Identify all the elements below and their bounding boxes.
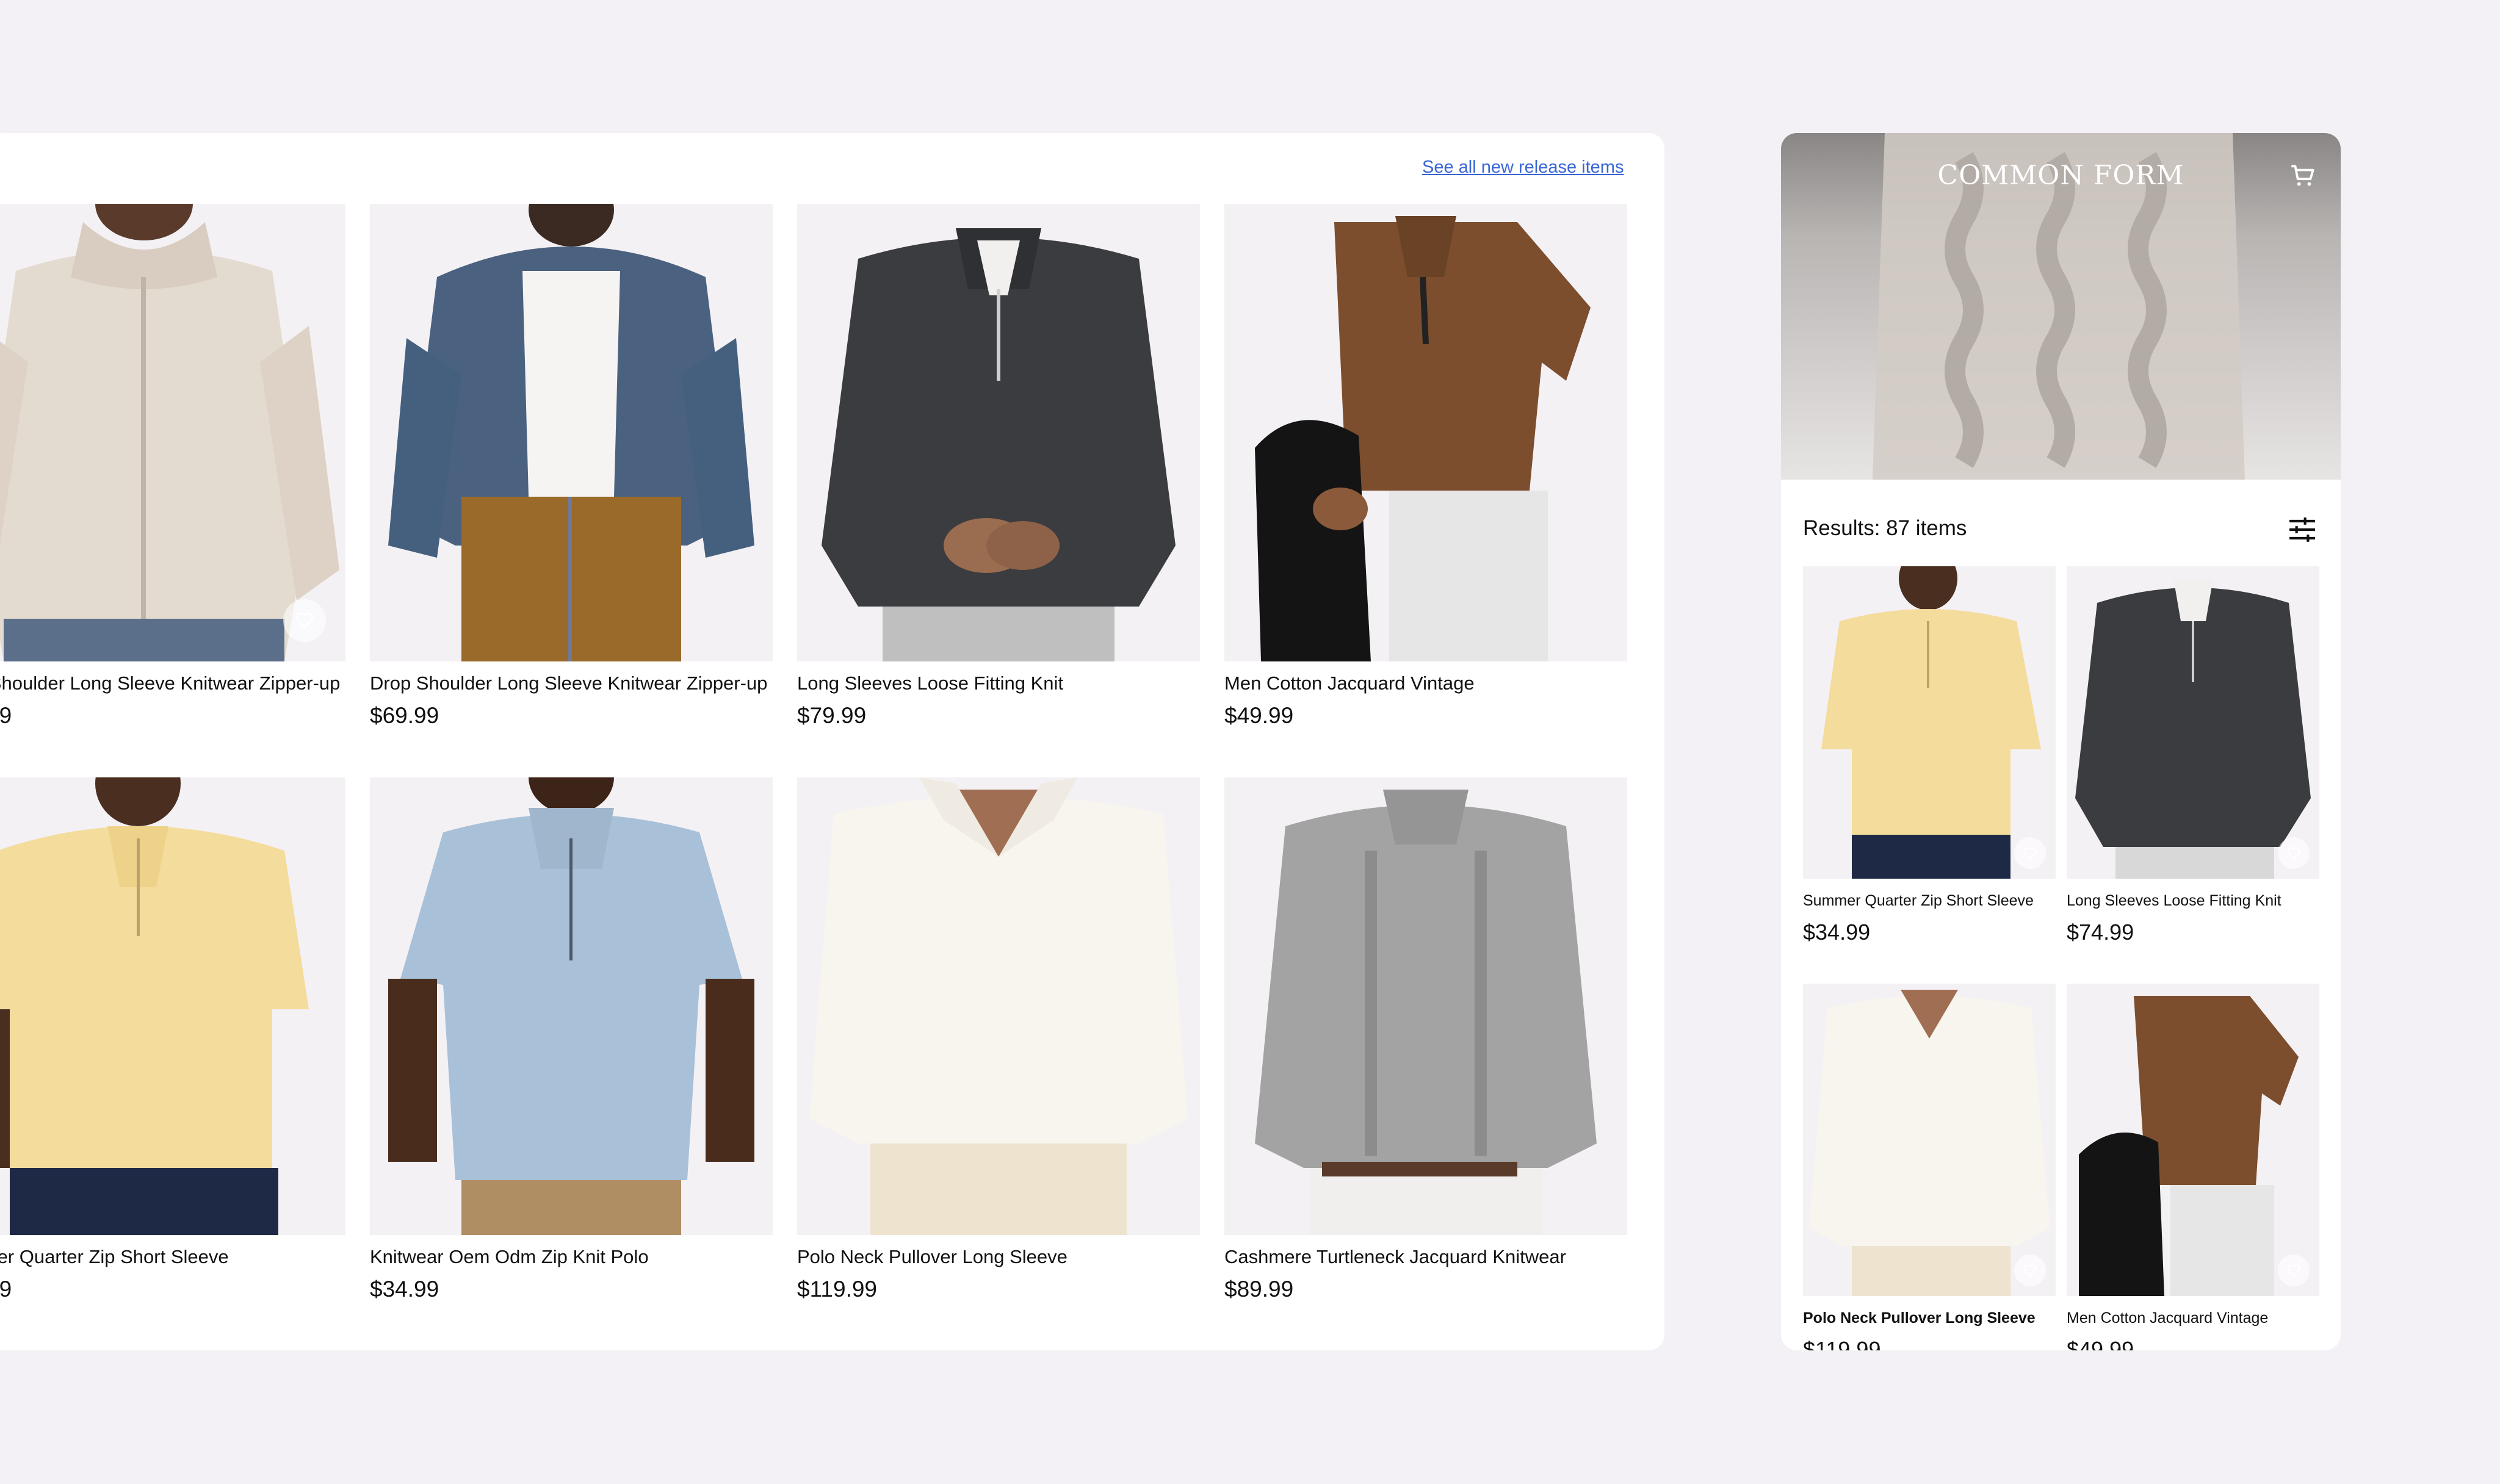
product-image[interactable] (1803, 566, 2056, 879)
product-image[interactable] (2067, 566, 2319, 879)
product-photo-dark-quarter-zip (2067, 566, 2319, 879)
mobile-product-card[interactable]: Polo Neck Pullover Long Sleeve $119.99 (1803, 984, 2056, 1350)
product-price: $79.99 (797, 703, 867, 728)
product-card[interactable]: Drop Shoulder Long Sleeve Knitwear Zippe… (370, 204, 773, 729)
mobile-shop-panel: COMMON FORM Results: 87 items Summer Qua… (1781, 133, 2341, 1350)
product-name[interactable]: Long Sleeves Loose Fitting Knit (797, 672, 1200, 694)
favorite-button[interactable] (2014, 1255, 2046, 1286)
product-card[interactable]: Cashmere Turtleneck Jacquard Knitwear $8… (1224, 777, 1627, 1302)
product-price: $49.99 (2067, 1337, 2134, 1350)
product-name[interactable]: Long Sleeves Loose Fitting Knit (2067, 892, 2319, 910)
product-price: $74.99 (2067, 920, 2134, 945)
heart-icon (2023, 847, 2037, 860)
favorite-button[interactable] (283, 599, 326, 642)
product-name[interactable]: Polo Neck Pullover Long Sleeve (797, 1246, 1200, 1268)
product-photo-zip-hoodie (0, 204, 345, 661)
product-photo-blue-zip-polo (370, 777, 773, 1235)
product-card[interactable]: Drop Shoulder Long Sleeve Knitwear Zippe… (0, 204, 345, 729)
heart-icon (2023, 1264, 2037, 1277)
favorite-button[interactable] (2278, 1255, 2310, 1286)
product-card[interactable]: Summer Quarter Zip Short Sleeve $34.99 (0, 777, 345, 1302)
product-name[interactable]: Men Cotton Jacquard Vintage (1224, 672, 1627, 694)
product-card[interactable]: Men Cotton Jacquard Vintage $49.99 (1224, 204, 1627, 729)
product-price: $34.99 (0, 1277, 12, 1302)
product-image[interactable] (797, 204, 1200, 661)
results-count: Results: 87 items (1803, 516, 1967, 540)
product-image[interactable] (2067, 984, 2319, 1296)
product-price: $34.99 (370, 1277, 439, 1302)
product-name[interactable]: Knitwear Oem Odm Zip Knit Polo (370, 1246, 773, 1268)
product-photo-yellow-quarter-zip (1803, 566, 2056, 879)
see-all-new-release-link[interactable]: See all new release items (1422, 157, 1624, 178)
product-price: $49.99 (1224, 703, 1294, 728)
product-price: $34.99 (1803, 920, 1871, 945)
favorite-button[interactable] (2278, 837, 2310, 869)
product-price: $69.99 (370, 703, 439, 728)
heart-icon (2287, 1264, 2300, 1277)
cart-icon[interactable] (2288, 160, 2318, 190)
product-name[interactable]: Men Cotton Jacquard Vintage (2067, 1309, 2319, 1327)
product-photo-dark-quarter-zip (797, 204, 1200, 661)
product-image[interactable] (1224, 204, 1627, 661)
mobile-product-card[interactable]: Long Sleeves Loose Fitting Knit $74.99 (2067, 566, 2319, 945)
filter-sliders-icon[interactable] (2285, 513, 2319, 547)
product-photo-brown-knit-polo (1224, 204, 1627, 661)
product-image[interactable] (0, 777, 345, 1235)
product-card[interactable]: Knitwear Oem Odm Zip Knit Polo $34.99 (370, 777, 773, 1302)
product-price: $119.99 (1803, 1337, 1881, 1350)
hero-banner: COMMON FORM (1781, 133, 2341, 480)
product-name[interactable]: Summer Quarter Zip Short Sleeve (0, 1246, 345, 1268)
product-image[interactable] (797, 777, 1200, 1235)
product-price: $89.99 (1224, 1277, 1294, 1302)
heart-icon (2287, 847, 2300, 860)
product-image[interactable] (0, 204, 345, 661)
product-name[interactable]: Drop Shoulder Long Sleeve Knitwear Zippe… (370, 672, 773, 694)
product-photo-cream-polo-neck-pullover (797, 777, 1200, 1235)
mobile-product-card[interactable]: Summer Quarter Zip Short Sleeve $34.99 (1803, 566, 2056, 945)
product-name[interactable]: Cashmere Turtleneck Jacquard Knitwear (1224, 1246, 1627, 1268)
product-name[interactable]: Polo Neck Pullover Long Sleeve (1803, 1309, 2056, 1327)
product-photo-denim-zip-hoodie (370, 204, 773, 661)
product-price: $69.99 (0, 703, 12, 728)
mobile-product-card[interactable]: Men Cotton Jacquard Vintage $49.99 (2067, 984, 2319, 1350)
favorite-button[interactable] (2014, 837, 2046, 869)
product-image[interactable] (1803, 984, 2056, 1296)
product-card[interactable]: Long Sleeves Loose Fitting Knit $79.99 (797, 204, 1200, 729)
product-photo-brown-knit-polo (2067, 984, 2319, 1296)
product-photo-grey-cable-knit (1224, 777, 1627, 1235)
product-image[interactable] (370, 204, 773, 661)
product-photo-yellow-quarter-zip (0, 777, 345, 1235)
product-name[interactable]: Summer Quarter Zip Short Sleeve (1803, 892, 2056, 910)
product-image[interactable] (370, 777, 773, 1235)
brand-logo[interactable]: COMMON FORM (1781, 160, 2341, 191)
heart-icon (295, 613, 314, 629)
product-image[interactable] (1224, 777, 1627, 1235)
product-name[interactable]: Drop Shoulder Long Sleeve Knitwear Zippe… (0, 672, 345, 694)
product-price: $119.99 (797, 1277, 877, 1302)
product-photo-cream-polo-neck-pullover (1803, 984, 2056, 1296)
product-card[interactable]: Polo Neck Pullover Long Sleeve $119.99 (797, 777, 1200, 1302)
